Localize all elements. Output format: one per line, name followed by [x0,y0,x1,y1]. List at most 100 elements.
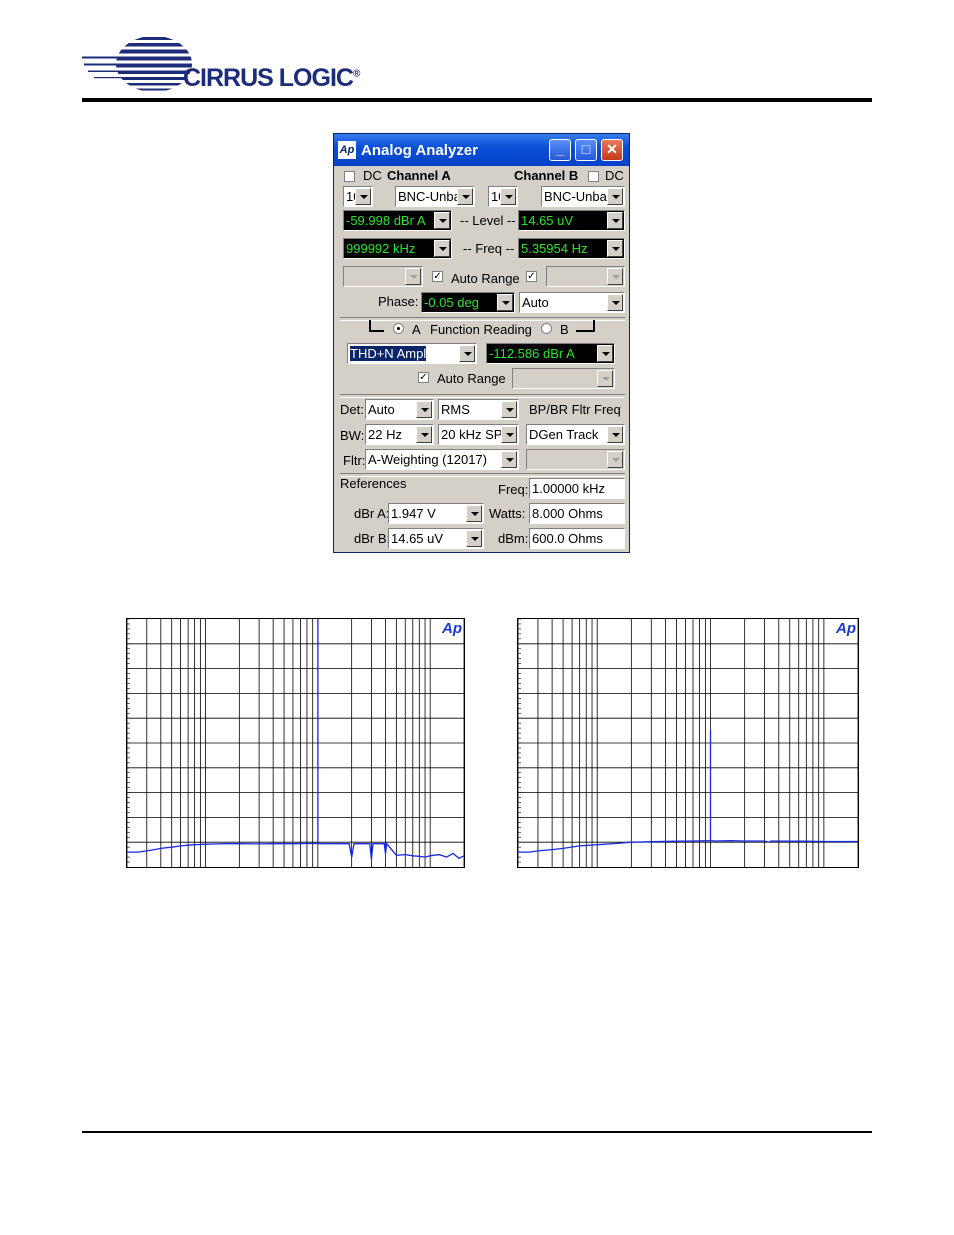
dbm-label: dBm: [498,531,529,546]
brand-name: CIRRUS LOGIC® [183,64,360,92]
det-mode-select[interactable]: RMS [438,399,519,420]
phase-readout[interactable]: -0.05 deg [421,292,515,313]
bw-label: BW: [340,428,365,443]
auto-range-b-checkbox[interactable]: ✓ [526,271,537,282]
chevron-down-icon[interactable] [466,505,482,522]
channel-a-label: Channel A [387,168,451,183]
chevron-down-icon[interactable] [434,212,450,229]
channel-a-level-readout[interactable]: -59.998 dBr A [343,210,452,231]
channel-b-level-readout[interactable]: 14.65 uV [518,210,625,231]
dc-a-label: DC [363,168,382,183]
dc-b-checkbox[interactable] [588,171,599,182]
function-reading-label: Function Reading [430,322,532,337]
chevron-down-icon[interactable] [607,188,623,205]
chevron-down-icon [607,268,623,285]
chevron-down-icon [597,370,613,387]
channel-b-range-mode-select [546,266,625,287]
channel-b-freq-readout[interactable]: 5.35954 Hz [518,238,625,259]
det-select[interactable]: Auto [365,399,434,420]
function-b-label: B [560,322,569,337]
chevron-down-icon[interactable] [416,426,432,443]
bracket-right-base [576,330,595,332]
chevron-down-icon[interactable] [500,188,516,205]
channel-b-input-select[interactable]: BNC-Unbal [541,186,625,207]
chevron-down-icon[interactable] [607,240,623,257]
fft-chart-right: Ap [517,618,859,868]
watts-label: Watts: [489,506,526,521]
chevron-down-icon[interactable] [501,426,517,443]
dc-a-checkbox[interactable] [344,171,355,182]
channel-a-range-select[interactable]: 100 [343,186,373,207]
analog-analyzer-window: Ap Analog Analyzer _ □ ✕ DC Channel A Ch… [333,133,630,553]
bpbr-filter-freq-label: BP/BR Fltr Freq [529,402,621,417]
watts-ohms-field[interactable]: 8.000 Ohms [529,503,625,524]
title-bar[interactable]: Ap Analog Analyzer _ □ ✕ [334,134,629,166]
fft-plot-left [127,619,464,867]
chevron-down-icon[interactable] [501,401,517,418]
bw-low-select[interactable]: 22 Hz [365,424,434,445]
chevron-down-icon[interactable] [597,345,613,362]
dbra-label: dBr A: [354,506,390,521]
dc-b-label: DC [605,168,624,183]
chevron-down-icon[interactable] [607,294,623,311]
function-a-radio[interactable] [393,323,404,334]
function-readout[interactable]: -112.586 dBr A [486,343,615,364]
ref-freq-field[interactable]: 1.00000 kHz [529,478,625,499]
logo-swoosh-icon [82,37,192,91]
dbrb-ref-select[interactable]: 14.65 uV [388,528,484,549]
auto-range-label: Auto Range [451,271,520,286]
function-auto-range-label: Auto Range [437,371,506,386]
bpbr-freq-select[interactable]: DGen Track [526,424,625,445]
chevron-down-icon[interactable] [466,530,482,547]
close-icon: ✕ [606,141,618,157]
bracket-left-base [369,330,384,332]
channel-a-freq-readout[interactable]: 999992 kHz [343,238,452,259]
chevron-down-icon [405,268,421,285]
close-button[interactable]: ✕ [601,139,623,161]
fft-chart-left: Ap [126,618,465,868]
chevron-down-icon[interactable] [501,451,517,468]
separator [340,317,625,321]
minimize-button[interactable]: _ [549,139,571,161]
function-range-select [512,368,615,389]
freq-label: -- Freq -- [463,241,515,256]
ap-logo: Ap [442,620,462,637]
auto-range-a-checkbox[interactable]: ✓ [432,271,443,282]
phase-label: Phase: [378,294,419,309]
references-label: References [340,476,407,491]
chevron-down-icon [607,451,623,468]
chevron-down-icon[interactable] [607,426,623,443]
dbra-ref-select[interactable]: 1.947 V [388,503,484,524]
function-auto-range-checkbox[interactable]: ✓ [418,372,429,383]
chevron-down-icon[interactable] [434,240,450,257]
chevron-down-icon[interactable] [457,188,473,205]
chevron-down-icon[interactable] [416,401,432,418]
function-b-radio[interactable] [541,323,552,334]
chevron-down-icon[interactable] [607,212,623,229]
fft-plot-right [518,619,858,867]
function-a-label: A [412,322,421,337]
channel-a-input-select[interactable]: BNC-Unbal [395,186,475,207]
chevron-down-icon[interactable] [355,188,371,205]
phase-mode-select[interactable]: Auto [519,292,625,313]
dbm-ohms-field[interactable]: 600.0 Ohms [529,528,625,549]
maximize-button[interactable]: □ [575,139,597,161]
dbrb-label: dBr B: [354,531,391,546]
maximize-icon: □ [581,141,591,157]
ref-freq-label: Freq: [498,482,529,497]
header-rule [82,98,872,102]
function-select[interactable]: THD+N Ampl [347,343,477,364]
spectrum-series-line [518,730,858,853]
separator [340,394,625,398]
minimize-icon: _ [556,141,564,157]
filter-select[interactable]: A-Weighting (12017) [365,449,519,470]
chevron-down-icon[interactable] [497,294,513,311]
window-title: Analog Analyzer [361,142,478,159]
ap-app-icon: Ap [338,141,356,159]
bw-high-select[interactable]: 20 kHz SP [438,424,519,445]
chevron-down-icon[interactable] [459,345,475,362]
fltr-label: Fltr: [343,453,366,468]
channel-b-range-select[interactable]: 100 [488,186,518,207]
det-label: Det: [340,402,364,417]
footer-rule [82,1131,872,1133]
